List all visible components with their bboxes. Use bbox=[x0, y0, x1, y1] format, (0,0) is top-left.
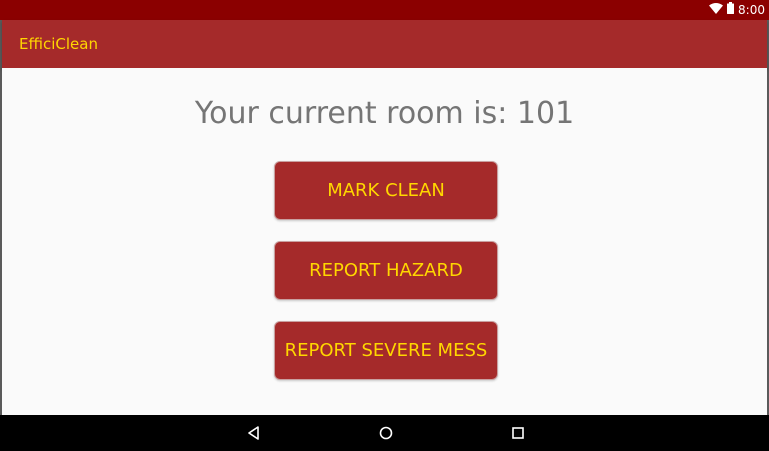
current-room-text: Your current room is: 101 bbox=[194, 96, 575, 131]
back-icon[interactable] bbox=[244, 423, 264, 443]
recent-apps-icon[interactable] bbox=[508, 423, 528, 443]
app-bar: EfficiClean bbox=[2, 20, 767, 68]
app-title: EfficiClean bbox=[19, 35, 98, 53]
navigation-bar bbox=[0, 415, 769, 451]
status-time: 8:00 bbox=[738, 3, 765, 17]
main-content: Your current room is: 101 MARK CLEAN REP… bbox=[2, 68, 767, 415]
mark-clean-button[interactable]: MARK CLEAN bbox=[274, 161, 498, 220]
status-bar: 8:00 bbox=[0, 0, 769, 20]
home-icon[interactable] bbox=[376, 423, 396, 443]
report-severe-mess-button[interactable]: REPORT SEVERE MESS bbox=[274, 321, 498, 380]
report-hazard-button[interactable]: REPORT HAZARD bbox=[274, 241, 498, 300]
device-screen: 8:00 EfficiClean Your current room is: 1… bbox=[0, 0, 769, 451]
status-icons: 8:00 bbox=[709, 2, 765, 18]
battery-icon bbox=[727, 1, 735, 19]
wifi-icon bbox=[709, 1, 724, 19]
